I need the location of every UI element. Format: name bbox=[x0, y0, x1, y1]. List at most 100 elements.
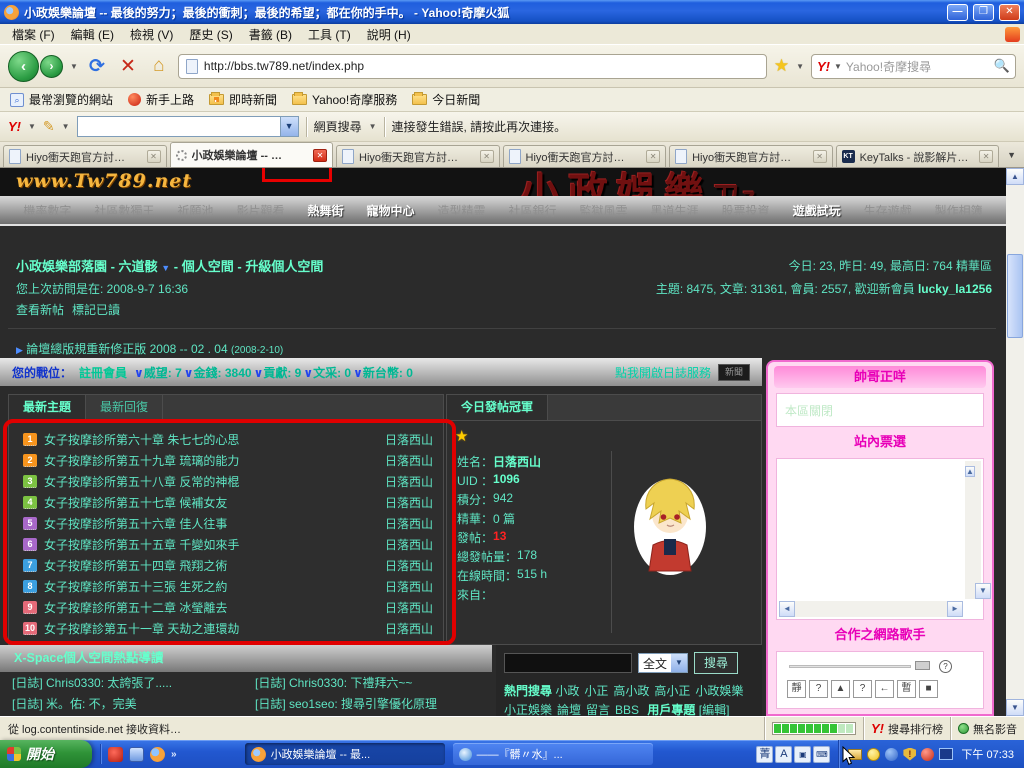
topic-title-link[interactable]: 女子按摩診所第五十二章 冰瑩離去 bbox=[44, 599, 227, 616]
user-topics-link[interactable]: 用戶專題 bbox=[647, 703, 695, 716]
topic-title-link[interactable]: 女子按摩診所第五十七章 候補女友 bbox=[44, 494, 227, 511]
tab-forum-active[interactable]: 小政娛樂論壇 -- … ✕ bbox=[170, 142, 334, 167]
topic-author-link[interactable]: 日落西山 bbox=[385, 494, 433, 511]
nav-menu-item[interactable]: 生存遊戲 bbox=[864, 202, 912, 219]
yahoo-menu-dropdown-icon[interactable]: ▼ bbox=[28, 122, 36, 131]
close-button[interactable]: ✕ bbox=[999, 4, 1020, 21]
history-dropdown-icon[interactable]: ▼ bbox=[70, 62, 78, 71]
tray-messenger-icon[interactable] bbox=[867, 748, 880, 761]
player-button[interactable]: ← bbox=[875, 680, 894, 698]
tab-close-icon[interactable]: ✕ bbox=[313, 149, 327, 162]
topic-title-link[interactable]: 女子按摩診所第五十六章 佳人往事 bbox=[44, 515, 227, 532]
scroll-up-icon[interactable]: ▲ bbox=[1006, 168, 1024, 185]
ime-mode-icon[interactable]: 菁 bbox=[756, 746, 773, 763]
chevron-down-icon[interactable]: ▼ bbox=[161, 263, 170, 273]
tab-hiyo-2[interactable]: Hiyo衝天跑官方討… ✕ bbox=[336, 145, 500, 167]
topic-author-link[interactable]: 日落西山 bbox=[385, 431, 433, 448]
hot-search-term[interactable]: BBS bbox=[615, 703, 639, 716]
hot-search-term[interactable]: 留言 bbox=[586, 703, 610, 716]
search-placeholder[interactable]: Yahoo!奇摩搜尋 bbox=[846, 58, 990, 75]
tray-app-icon[interactable] bbox=[885, 748, 898, 761]
action-link[interactable]: 標記已讀 bbox=[72, 301, 120, 318]
ime-panel-icon[interactable]: ▣ bbox=[794, 746, 811, 763]
topic-author-link[interactable]: 日落西山 bbox=[385, 536, 433, 553]
scrollbar-thumb[interactable] bbox=[1007, 254, 1023, 338]
search-engine-dropdown-icon[interactable]: ▼ bbox=[834, 62, 842, 71]
tray-network-icon[interactable] bbox=[939, 748, 953, 760]
tray-update-icon[interactable] bbox=[921, 748, 934, 761]
nav-menu-item[interactable]: 股票投資 bbox=[722, 202, 770, 219]
search-box[interactable]: Y! ▼ Yahoo!奇摩搜尋 🔍 bbox=[811, 54, 1016, 79]
ime-keyboard-icon[interactable]: ⌨ bbox=[813, 746, 830, 763]
xspace-entry[interactable]: [日誌] Chris0330: 下禮拜六~~ bbox=[243, 674, 486, 695]
pencil-dropdown-icon[interactable]: ▼ bbox=[62, 122, 70, 131]
forward-button[interactable]: › bbox=[40, 55, 63, 78]
edit-link[interactable]: [編輯] bbox=[699, 703, 730, 716]
tab-top-poster[interactable]: 今日發帖冠軍 bbox=[447, 395, 548, 420]
wretch-pane[interactable]: 無名影音 bbox=[950, 717, 1024, 740]
topic-title-link[interactable]: 女子按摩診第五十一章 天劫之連環劫 bbox=[44, 620, 239, 637]
scroll-up-icon[interactable]: ▲ bbox=[965, 466, 975, 477]
quick-launch-icon-1[interactable] bbox=[108, 747, 123, 762]
tab-hiyo-3[interactable]: Hiyo衝天跑官方討… ✕ bbox=[503, 145, 667, 167]
scroll-right-icon[interactable]: ► bbox=[947, 601, 963, 617]
action-link[interactable]: 查看新帖 bbox=[16, 301, 64, 318]
hot-search-term[interactable]: 高小正 bbox=[654, 684, 690, 698]
hot-search-term[interactable]: 小政 bbox=[555, 684, 579, 698]
menu-item[interactable]: 檢視 (V) bbox=[122, 25, 181, 44]
yahoo-logo-icon[interactable]: Y! bbox=[817, 59, 830, 74]
slider-handle[interactable] bbox=[915, 661, 930, 670]
nav-menu-item[interactable]: 監獄風雲 bbox=[580, 202, 628, 219]
nav-menu-item[interactable]: 社區銀行 bbox=[509, 202, 557, 219]
nav-menu-item[interactable]: 製作相簿 bbox=[935, 202, 983, 219]
forum-search-button[interactable]: 搜尋 bbox=[694, 652, 738, 674]
restore-button[interactable]: ❐ bbox=[973, 4, 994, 21]
menu-item[interactable]: 說明 (H) bbox=[359, 25, 419, 44]
tab-close-icon[interactable]: ✕ bbox=[979, 150, 993, 163]
topic-title-link[interactable]: 女子按摩診所第五十三張 生死之約 bbox=[44, 578, 227, 595]
topic-title-link[interactable]: 女子按摩診所第五十五章 千變如來手 bbox=[44, 536, 239, 553]
vertical-scrollbar[interactable]: ▲ ▼ bbox=[965, 461, 981, 599]
player-button[interactable]: ▲ bbox=[831, 680, 850, 698]
bookmark-item[interactable]: 新手上路 bbox=[128, 91, 194, 108]
scroll-down-icon[interactable]: ▼ bbox=[975, 583, 991, 599]
new-member-link[interactable]: lucky_la1256 bbox=[918, 282, 992, 296]
nav-menu-item[interactable]: 機率數字 bbox=[23, 202, 71, 219]
topic-author-link[interactable]: 日落西山 bbox=[385, 473, 433, 490]
menu-item[interactable]: 書籤 (B) bbox=[241, 25, 300, 44]
refresh-button[interactable]: ⟳ bbox=[85, 55, 109, 78]
bookmark-item[interactable]: 最常瀏覽的網站 bbox=[10, 91, 113, 108]
menu-item[interactable]: 檔案 (F) bbox=[4, 25, 63, 44]
bookmark-item[interactable]: 今日新聞 bbox=[412, 91, 480, 108]
nav-menu-item[interactable]: 社區數獨王 bbox=[94, 202, 154, 219]
tab-latest-replies[interactable]: 最新回復 bbox=[86, 395, 163, 420]
tab-keytalks[interactable]: KT KeyTalks - 說影解片… ✕ bbox=[836, 145, 1000, 167]
page-scrollbar[interactable]: ▲ ▼ bbox=[1006, 168, 1024, 716]
tab-close-icon[interactable]: ✕ bbox=[813, 150, 827, 163]
topic-author-link[interactable]: 日落西山 bbox=[385, 599, 433, 616]
player-info-icon[interactable]: ? bbox=[939, 660, 952, 673]
select-dropdown-icon[interactable]: ▼ bbox=[671, 654, 687, 672]
pencil-icon[interactable]: ✎ bbox=[43, 118, 55, 135]
player-button[interactable]: 靜 bbox=[787, 680, 806, 698]
tab-close-icon[interactable]: ✕ bbox=[147, 150, 161, 163]
hot-search-term[interactable]: 小正 bbox=[584, 684, 608, 698]
menu-item[interactable]: 歷史 (S) bbox=[181, 25, 240, 44]
topic-title-link[interactable]: 女子按摩診所第六十章 朱七七的心思 bbox=[44, 431, 239, 448]
task-button-forum[interactable]: 小政娛樂論壇 -- 最... bbox=[245, 743, 445, 765]
topic-author-link[interactable]: 日落西山 bbox=[385, 620, 433, 637]
topic-author-link[interactable]: 日落西山 bbox=[385, 557, 433, 574]
connection-error-link[interactable]: 連接發生錯誤, 請按此再次連接。 bbox=[392, 118, 567, 135]
topic-author-link[interactable]: 日落西山 bbox=[385, 515, 433, 532]
topic-author-link[interactable]: 日落西山 bbox=[385, 578, 433, 595]
home-button[interactable]: ⌂ bbox=[147, 55, 171, 77]
combobox-dropdown-icon[interactable]: ▼ bbox=[280, 117, 298, 136]
topic-title-link[interactable]: 女子按摩診所第五十九章 琉璃的能力 bbox=[44, 452, 239, 469]
nav-menu-item[interactable]: 熱舞街 bbox=[307, 202, 343, 219]
tab-close-icon[interactable]: ✕ bbox=[646, 150, 660, 163]
url-text[interactable]: http://bbs.tw789.net/index.php bbox=[204, 59, 364, 73]
xspace-entry[interactable]: [日誌] 米。佑: 不，完美 bbox=[0, 695, 243, 716]
quick-launch-icon-2[interactable] bbox=[129, 747, 144, 762]
start-button[interactable]: 開始 bbox=[0, 740, 92, 768]
player-button[interactable]: ? bbox=[853, 680, 872, 698]
